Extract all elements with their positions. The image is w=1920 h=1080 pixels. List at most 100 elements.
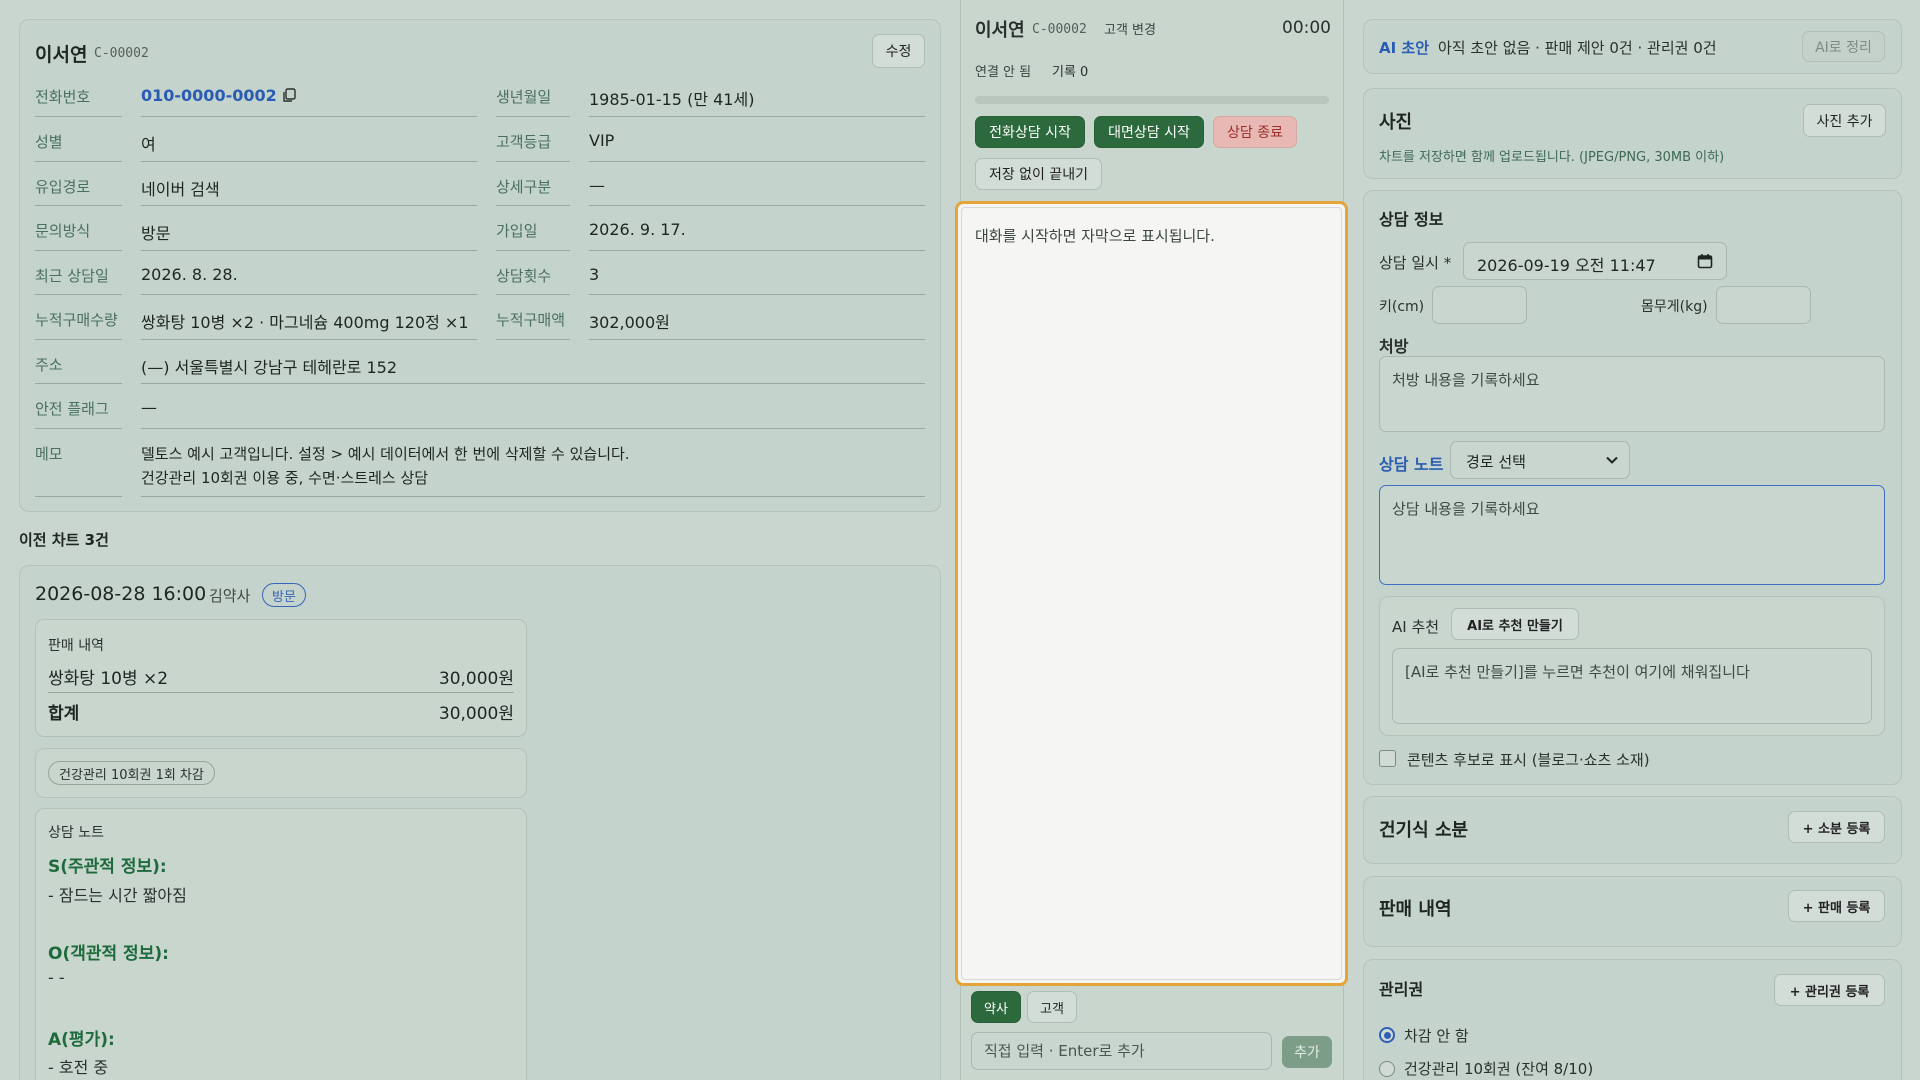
inquiry-method-value: 방문: [141, 224, 171, 243]
record-count: 기록 0: [1052, 65, 1089, 80]
note-a-heading: A(평가):: [48, 1030, 115, 1050]
memo-line-1: 델토스 예시 고객입니다. 설정 > 예시 데이터에서 한 번에 삭제할 수 있…: [141, 445, 630, 463]
consult-datetime-label: 상담 일시 *: [1379, 254, 1452, 272]
ai-draft-status: 아직 초안 없음 · 판매 제안 0건 · 관리권 0건: [1438, 39, 1717, 57]
consult-info-title: 상담 정보: [1379, 210, 1444, 229]
height-input[interactable]: [1432, 286, 1527, 324]
prescription-textarea[interactable]: [1379, 356, 1885, 432]
end-without-save-button[interactable]: 저장 없이 끝내기: [975, 158, 1102, 190]
add-sale-button[interactable]: + 판매 등록: [1788, 890, 1885, 922]
address-value: (—) 서울특별시 강남구 테헤란로 152: [141, 358, 398, 377]
customer-code: C-00002: [94, 46, 149, 61]
ai-recommend-button[interactable]: AI로 추천 만들기: [1451, 608, 1579, 640]
safety-flag-label: 안전 플래그: [35, 400, 109, 418]
edit-customer-button[interactable]: 수정: [872, 34, 925, 68]
visit-type-badge: 방문: [262, 583, 306, 607]
transcript-input[interactable]: [972, 1033, 1271, 1069]
grade-label: 고객등급: [496, 133, 552, 151]
add-voucher-button[interactable]: + 관리권 등록: [1774, 974, 1885, 1006]
chevron-down-icon: [1606, 456, 1618, 464]
add-photo-button[interactable]: 사진 추가: [1803, 104, 1886, 137]
visit-consult-start-button[interactable]: 대면상담 시작: [1094, 116, 1204, 148]
photos-title: 사진: [1379, 112, 1413, 133]
birthdate-value: 1985-01-15 (만 41세): [589, 90, 755, 109]
end-consult-button[interactable]: 상담 종료: [1213, 116, 1297, 148]
route-select-value: 경로 선택: [1466, 453, 1526, 471]
voucher-option-none: 차감 안 함: [1404, 1027, 1469, 1045]
calendar-icon[interactable]: [1697, 253, 1713, 269]
add-health-food-button[interactable]: + 소분 등록: [1788, 811, 1885, 843]
note-label: 상담 노트: [48, 825, 104, 841]
height-label: 키(cm): [1379, 299, 1425, 315]
weight-input[interactable]: [1716, 286, 1811, 324]
address-label: 주소: [35, 356, 63, 374]
history-date: 2026-08-28 16:00: [35, 583, 207, 605]
history-staff: 김약사: [209, 587, 251, 605]
prescription-label: 처방: [1379, 337, 1409, 356]
inquiry-method-label: 문의방식: [35, 222, 91, 240]
note-s-heading: S(주관적 정보):: [48, 857, 167, 877]
source-label: 유입경로: [35, 178, 91, 196]
session-customer-name: 이서연: [975, 20, 1025, 41]
consult-note-label: 상담 노트: [1379, 455, 1444, 474]
ai-draft-title: AI 초안: [1379, 39, 1430, 57]
note-a-body: - 호전 중: [48, 1058, 109, 1077]
source-value: 네이버 검색: [141, 180, 220, 199]
session-timer: 00:00: [1282, 18, 1331, 38]
voucher-radio-health10[interactable]: [1379, 1061, 1395, 1077]
safety-flag-value: —: [141, 398, 157, 417]
health-food-title: 건기식 소분: [1379, 820, 1469, 841]
add-line-button[interactable]: 추가: [1282, 1036, 1332, 1068]
gender-value: 여: [141, 135, 156, 154]
voucher-radio-none[interactable]: [1379, 1027, 1395, 1043]
ai-recommend-placeholder: [AI로 추천 만들기]를 누르면 추천이 여기에 채워집니다: [1405, 663, 1750, 681]
consult-note-placeholder: 상담 내용을 기록하세요: [1392, 500, 1540, 518]
speaker-pharmacist-toggle[interactable]: 약사: [971, 991, 1021, 1023]
total-qty-label: 누적구매수량: [35, 311, 118, 329]
voucher-section-title: 관리권: [1379, 980, 1424, 999]
total-qty-value: 쌍화탕 10병 ×2 · 마그네슘 400mg 120정 ×1: [141, 313, 469, 332]
consult-count-value: 3: [589, 265, 600, 284]
join-date-value: 2026. 9. 17.: [589, 220, 686, 239]
ai-recommend-label: AI 추천: [1392, 618, 1440, 636]
sales-section-title: 판매 내역: [1379, 899, 1452, 920]
photos-hint: 차트를 저장하면 함께 업로드됩니다. (JPEG/PNG, 30MB 이하): [1379, 150, 1725, 165]
change-customer-link[interactable]: 고객 변경: [1104, 19, 1156, 38]
ai-summarize-button[interactable]: AI로 정리: [1802, 31, 1885, 62]
sales-item-price: 30,000원: [438, 669, 514, 689]
detail-category-label: 상세구분: [496, 178, 552, 196]
sales-total-label: 합계: [48, 704, 80, 724]
session-customer-code: C-00002: [1032, 22, 1087, 37]
note-o-body: - -: [48, 968, 65, 987]
phone-consult-start-button[interactable]: 전화상담 시작: [975, 116, 1085, 148]
transcript-hint: 대화를 시작하면 자막으로 표시됩니다.: [975, 227, 1215, 245]
content-candidate-label: 콘텐츠 후보로 표시 (블로그·쇼츠 소재): [1407, 751, 1650, 769]
grade-value: VIP: [589, 131, 615, 150]
memo-label: 메모: [35, 445, 63, 463]
transcript-area[interactable]: [955, 201, 1348, 986]
customer-panel: 이서연 C-00002 수정 전화번호 010-0000-0002 성별 여 유…: [0, 0, 960, 1080]
previous-charts-title: 이전 차트 3건: [19, 531, 109, 549]
copy-icon[interactable]: [282, 88, 296, 103]
consult-datetime-value: 2026-09-19 오전 11:47: [1477, 256, 1656, 275]
speaker-customer-toggle[interactable]: 고객: [1027, 991, 1077, 1023]
detail-category-value: —: [589, 176, 605, 195]
transcript-input-field[interactable]: [971, 1032, 1272, 1070]
last-consult-value: 2026. 8. 28.: [141, 265, 238, 284]
ai-recommend-textarea[interactable]: [1392, 648, 1872, 724]
sales-item: 쌍화탕 10병 ×2: [48, 669, 169, 689]
sales-label: 판매 내역: [48, 638, 104, 654]
weight-label: 몸무게(kg): [1641, 299, 1708, 315]
birthdate-label: 생년월일: [496, 88, 552, 106]
memo-line-2: 건강관리 10회권 이용 중, 수면·스트레스 상담: [141, 469, 429, 487]
gender-label: 성별: [35, 133, 63, 151]
prescription-placeholder: 처방 내용을 기록하세요: [1392, 371, 1540, 389]
session-progress-bar: [975, 96, 1329, 104]
note-o-heading: O(객관적 정보):: [48, 944, 169, 964]
total-amount-label: 누적구매액: [496, 311, 566, 329]
phone-value[interactable]: 010-0000-0002: [141, 86, 277, 105]
total-amount-value: 302,000원: [589, 313, 670, 332]
phone-label: 전화번호: [35, 88, 91, 106]
note-s-body: - 잠드는 시간 짧아짐: [48, 886, 187, 905]
content-candidate-checkbox[interactable]: [1379, 750, 1396, 767]
